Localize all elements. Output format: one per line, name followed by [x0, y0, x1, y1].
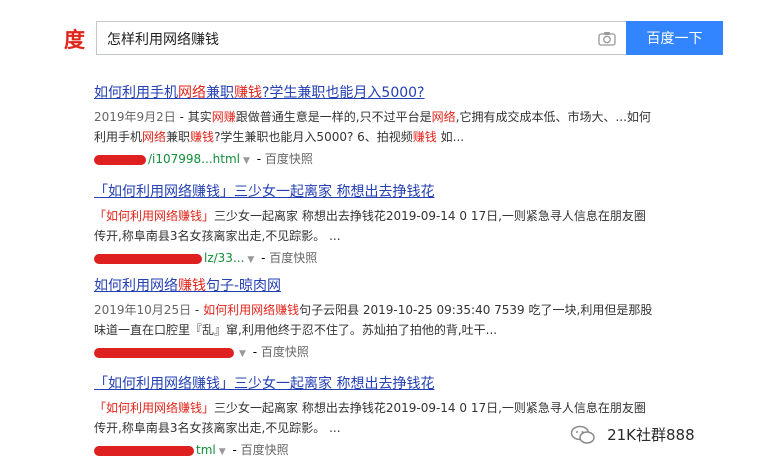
search-query-text[interactable]: 怎样利用网络赚钱: [107, 29, 219, 49]
highlight-term: 赚钱: [412, 130, 437, 144]
result-abstract-text: - 其实网赚跟做普通生意是一样的,只不过平台是网络,它拥有成交成本低、市场大、.…: [94, 110, 651, 144]
result-title-link[interactable]: 「如何利用网络赚钱」三少女一起离家 称想出去挣钱花: [94, 182, 654, 202]
text-segment: 「如何利用网络赚钱」三少女一起离家 称想出去挣钱花: [94, 184, 435, 200]
redacted-url-mask: [94, 253, 202, 264]
highlight-term: 网络: [178, 85, 206, 101]
highlight-term: 赚钱: [234, 85, 262, 101]
snapshot-link[interactable]: 百度快照: [265, 152, 313, 166]
result-abstract: 2019年10月25日 - 如何利用网络赚钱句子云阳县 2019-10-25 0…: [94, 300, 654, 340]
highlight-term: 如何利用网络赚钱: [203, 303, 300, 317]
chevron-down-icon[interactable]: ▼: [219, 447, 226, 457]
wechat-icon: [570, 425, 595, 444]
text-segment: 兼职: [206, 85, 234, 101]
highlight-term: 网络: [431, 110, 456, 124]
result-abstract: 「如何利用网络赚钱」三少女一起离家 称想出去挣钱花2019-09-14 0 17…: [94, 206, 654, 246]
result-meta: lz/33... ▼ - 百度快照: [94, 248, 654, 270]
result-date: 2019年10月25日: [94, 303, 192, 317]
highlight-term: 「如何利用网络赚钱」: [94, 401, 215, 415]
chevron-down-icon[interactable]: ▼: [247, 255, 254, 265]
result-date: 2019年9月2日: [94, 110, 176, 124]
snapshot-link[interactable]: 百度快照: [241, 443, 289, 457]
result-url[interactable]: /i107998...html: [148, 152, 240, 166]
highlight-term: 网赚: [211, 110, 236, 124]
text-segment: -: [191, 303, 204, 317]
search-results-page: 度 怎样利用网络赚钱 百度一下 如何利用手机网络兼职赚钱?学生兼职也能月入500…: [0, 0, 766, 467]
text-segment: 句子-晾肉网: [206, 278, 282, 294]
baidu-logo[interactable]: 度: [64, 24, 85, 54]
highlight-term: 赚钱: [178, 278, 206, 294]
highlight-term: 网络: [142, 130, 167, 144]
text-segment: ?学生兼职也能月入5000? 6、拍视频: [214, 130, 413, 144]
watermark-text: 21K社群888: [607, 426, 695, 444]
text-segment: - 其实: [175, 110, 212, 124]
highlight-term: 「如何利用网络赚钱」: [94, 209, 215, 223]
result-title-link[interactable]: 「如何利用网络赚钱」三少女一起离家 称想出去挣钱花: [94, 374, 654, 394]
text-segment: 如...: [436, 130, 465, 144]
result-abstract-text: 「如何利用网络赚钱」三少女一起离家 称想出去挣钱花2019-09-14 0 17…: [94, 209, 646, 243]
text-segment: 如何利用网络: [94, 278, 178, 294]
chevron-down-icon[interactable]: ▼: [243, 156, 250, 166]
result-url[interactable]: lz/33...: [204, 251, 244, 265]
search-result: 「如何利用网络赚钱」三少女一起离家 称想出去挣钱花 「如何利用网络赚钱」三少女一…: [94, 374, 654, 462]
redacted-url-mask: [94, 445, 194, 456]
text-segment: 「如何利用网络赚钱」三少女一起离家 称想出去挣钱花: [94, 376, 435, 392]
camera-icon[interactable]: [598, 31, 616, 46]
result-title-link[interactable]: 如何利用手机网络兼职赚钱?学生兼职也能月入5000?: [94, 83, 654, 103]
chevron-down-icon[interactable]: ▼: [239, 349, 246, 359]
watermark: 21K社群888: [570, 424, 695, 444]
result-title-link[interactable]: 如何利用网络赚钱句子-晾肉网: [94, 276, 654, 296]
text-segment: ?学生兼职也能月入5000?: [262, 85, 425, 101]
search-input[interactable]: 怎样利用网络赚钱: [96, 21, 626, 55]
result-abstract: 2019年9月2日 - 其实网赚跟做普通生意是一样的,只不过平台是网络,它拥有成…: [94, 107, 654, 147]
text-segment: 兼职: [166, 130, 191, 144]
search-button[interactable]: 百度一下: [626, 21, 723, 55]
result-meta: ▼ - 百度快照: [94, 342, 654, 364]
snapshot-link[interactable]: 百度快照: [261, 345, 309, 359]
redacted-url-mask: [94, 347, 234, 358]
result-url[interactable]: tml: [196, 443, 216, 457]
result-abstract-text: 「如何利用网络赚钱」三少女一起离家 称想出去挣钱花2019-09-14 0 17…: [94, 401, 646, 435]
search-result: 如何利用网络赚钱句子-晾肉网 2019年10月25日 - 如何利用网络赚钱句子云…: [94, 276, 654, 364]
highlight-term: 赚钱: [190, 130, 215, 144]
result-meta: /i107998...html ▼ - 百度快照: [94, 149, 654, 171]
redacted-url-mask: [94, 154, 146, 165]
text-segment: 跟做普通生意是一样的,只不过平台是: [235, 110, 432, 124]
snapshot-link[interactable]: 百度快照: [269, 251, 317, 265]
search-result: 「如何利用网络赚钱」三少女一起离家 称想出去挣钱花 「如何利用网络赚钱」三少女一…: [94, 182, 654, 270]
search-result: 如何利用手机网络兼职赚钱?学生兼职也能月入5000? 2019年9月2日 - 其…: [94, 83, 654, 171]
text-segment: 如何利用手机: [94, 85, 178, 101]
